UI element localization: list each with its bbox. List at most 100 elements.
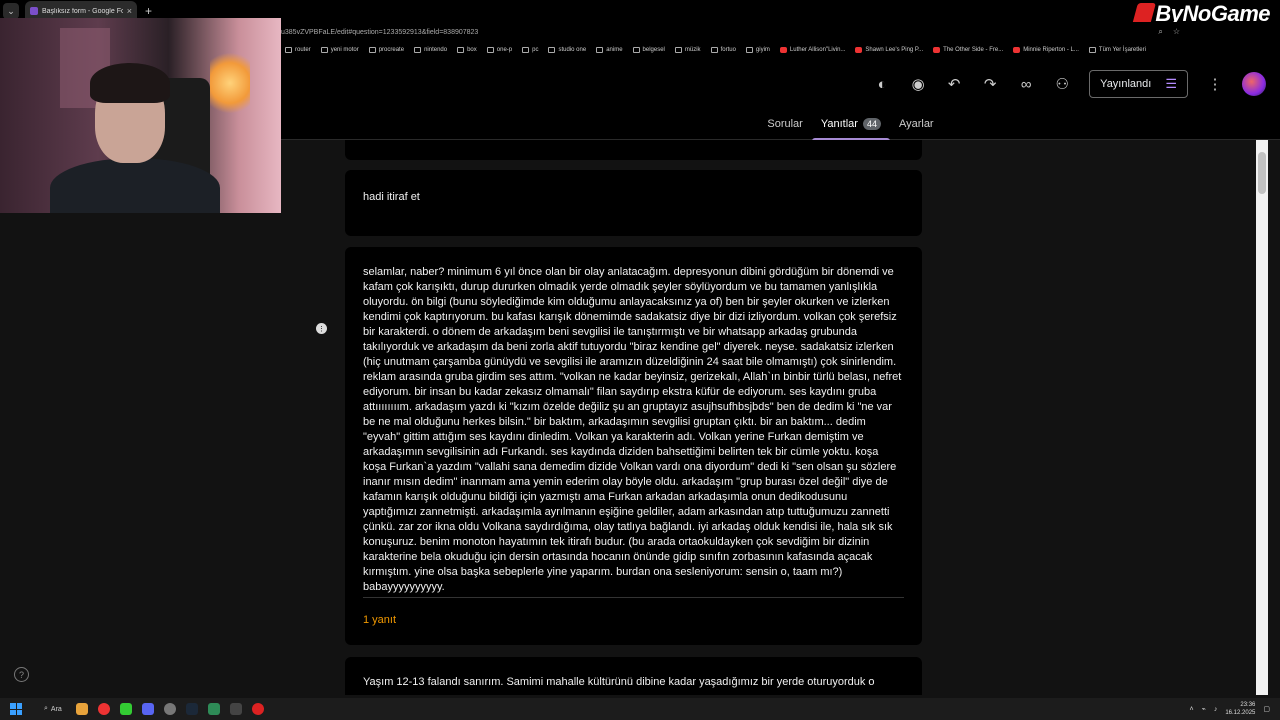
undo-icon[interactable]: ↶ — [945, 75, 963, 93]
folder-icon — [548, 47, 556, 53]
clock-date: 16.12.2025 — [1225, 710, 1256, 716]
webcam-overlay — [0, 18, 281, 213]
folder-icon — [320, 47, 328, 53]
youtube-icon — [855, 47, 863, 53]
folder-icon — [1088, 47, 1096, 53]
folder-icon — [596, 47, 604, 53]
tab-close-icon[interactable]: × — [127, 6, 132, 16]
forms-header: ◐ ◉ ↶ ↷ ∞ ⚇ Yayınlandı ☰ ⋮ Sorular Yanıt… — [281, 58, 1280, 141]
clock-time: 23:36 — [1240, 702, 1256, 708]
folder-icon — [414, 47, 422, 53]
palette-icon[interactable]: ◐ — [873, 75, 891, 93]
bookmark-item[interactable]: Shawn Lee's Ping P... — [855, 47, 923, 53]
chrome-icon[interactable] — [97, 703, 110, 715]
publish-settings-icon: ☰ — [1165, 76, 1177, 91]
tab-list-icon[interactable]: ⌄ — [3, 3, 19, 19]
bookmark-item[interactable]: studio one — [548, 47, 586, 53]
network-icon[interactable]: ⌁ — [1202, 705, 1206, 713]
system-tray: ˄ ⌁ ♪ 23:36 16.12.2025 ▢ — [1190, 698, 1270, 720]
clock[interactable]: 23:36 16.12.2025 — [1225, 701, 1255, 717]
folder-icon — [368, 47, 376, 53]
response-card: selamlar, naber? minimum 6 yıl önce olan… — [345, 247, 922, 645]
taskbar-apps — [75, 703, 264, 715]
url-text[interactable]: u385vZVPBFaLE/edit#question=1233592913&f… — [281, 29, 1158, 36]
folder-icon — [745, 47, 753, 53]
folder-icon — [710, 47, 718, 53]
tab-questions[interactable]: Sorular — [758, 118, 811, 140]
recording-app-icon[interactable] — [251, 703, 264, 715]
bookmark-item[interactable]: one-p — [486, 47, 512, 53]
redo-icon[interactable]: ↷ — [981, 75, 999, 93]
bookmark-item[interactable]: procreate — [368, 47, 404, 53]
add-collaborator-icon[interactable]: ⚇ — [1053, 75, 1071, 93]
bookmark-item[interactable]: Luther Allison"Livin... — [779, 47, 845, 53]
taskbar: ⌕ Ara ˄ ⌁ ♪ 23:36 16.12.2025 ▢ — [0, 698, 1280, 720]
bookmark-item[interactable]: giyim — [745, 47, 770, 53]
bookmark-item[interactable]: box — [457, 47, 477, 53]
forms-toolbar: ◐ ◉ ↶ ↷ ∞ ⚇ Yayınlandı ☰ ⋮ — [873, 70, 1266, 98]
tab-settings[interactable]: Ayarlar — [890, 118, 943, 140]
folder-icon — [457, 47, 465, 53]
address-bar[interactable]: u385vZVPBFaLE/edit#question=1233592913&f… — [281, 22, 1280, 42]
response-text: selamlar, naber? minimum 6 yıl önce olan… — [363, 266, 902, 593]
bookmark-item[interactable]: Minnie Riperton - L... — [1013, 47, 1079, 53]
bookmark-item[interactable]: belgesel — [632, 47, 665, 53]
tab-responses[interactable]: Yanıtlar 44 — [811, 118, 891, 141]
discord-icon[interactable] — [141, 703, 154, 715]
taskbar-search[interactable]: ⌕ Ara — [44, 705, 62, 713]
link-icon[interactable]: ∞ — [1017, 75, 1035, 93]
divider — [363, 597, 904, 598]
bookmark-item[interactable]: The Other Side - Fre... — [933, 47, 1003, 53]
new-tab-button[interactable]: + — [145, 4, 152, 18]
google-forms-icon — [30, 7, 38, 15]
folder-icon — [632, 47, 640, 53]
publish-button[interactable]: Yayınlandı ☰ — [1089, 70, 1188, 98]
bookmark-item[interactable]: pc — [522, 47, 538, 53]
youtube-icon — [933, 47, 941, 53]
more-options-icon[interactable]: ⋮ — [1206, 75, 1224, 93]
response-text-next: Yaşım 12-13 falandı sanırım. Samimi maha… — [363, 676, 875, 688]
webcam-lamp — [210, 48, 250, 118]
bookmarks-bar: router yeni motor procreate nintendo box… — [281, 42, 1280, 58]
folder-icon — [285, 47, 292, 53]
question-title: hadi itiraf et — [363, 191, 420, 203]
question-card: hadi itiraf et — [345, 170, 922, 236]
help-icon[interactable]: ? — [14, 667, 29, 682]
responses-content[interactable]: hadi itiraf et ⋮ selamlar, naber? minimu… — [281, 140, 1268, 695]
settings-gear-icon[interactable] — [163, 703, 176, 715]
bookmark-item[interactable]: müzik — [674, 47, 701, 53]
bookmark-item[interactable]: yeni motor — [320, 47, 359, 53]
webcam-person-body — [50, 158, 220, 213]
previous-response-card — [345, 140, 922, 160]
bookmark-item[interactable]: router — [285, 47, 311, 53]
bookmark-item-all[interactable]: Tüm Yer İşaretleri — [1088, 47, 1146, 53]
bookmark-item[interactable]: anime — [596, 47, 623, 53]
search-icon: ⌕ — [44, 705, 48, 712]
steam-icon[interactable] — [185, 703, 198, 715]
notifications-icon[interactable]: ▢ — [1263, 705, 1270, 713]
calculator-icon[interactable] — [229, 703, 242, 715]
scrollbar-thumb[interactable] — [1258, 152, 1266, 194]
bookmark-star-icon[interactable]: ☆ — [1173, 27, 1180, 37]
avatar[interactable] — [1242, 72, 1266, 96]
youtube-icon — [1013, 47, 1021, 53]
whatsapp-icon[interactable] — [207, 703, 220, 715]
forms-tabs: Sorular Yanıtlar 44 Ayarlar — [281, 118, 1280, 141]
zoom-icon[interactable]: ⌕ — [1158, 27, 1162, 37]
responses-count-badge: 44 — [862, 118, 881, 130]
scrollbar[interactable] — [1256, 140, 1268, 695]
bookmark-item[interactable]: nintendo — [414, 47, 447, 53]
tray-chevron-icon[interactable]: ˄ — [1190, 706, 1194, 713]
publish-label: Yayınlandı — [1100, 78, 1152, 90]
tab-title: Başlıksız form - Google Formlar — [42, 7, 123, 15]
xbox-icon[interactable] — [119, 703, 132, 715]
preview-eye-icon[interactable]: ◉ — [909, 75, 927, 93]
folder-icon — [486, 47, 494, 53]
bookmark-item[interactable]: fortuo — [710, 47, 736, 53]
file-explorer-icon[interactable] — [75, 703, 88, 715]
webcam-person-hair — [90, 63, 170, 103]
windows-start-icon[interactable] — [10, 703, 22, 715]
response-card-next: Yaşım 12-13 falandı sanırım. Samimi maha… — [345, 657, 922, 695]
floating-options-icon[interactable]: ⋮ — [316, 323, 327, 334]
volume-icon[interactable]: ♪ — [1214, 706, 1218, 713]
